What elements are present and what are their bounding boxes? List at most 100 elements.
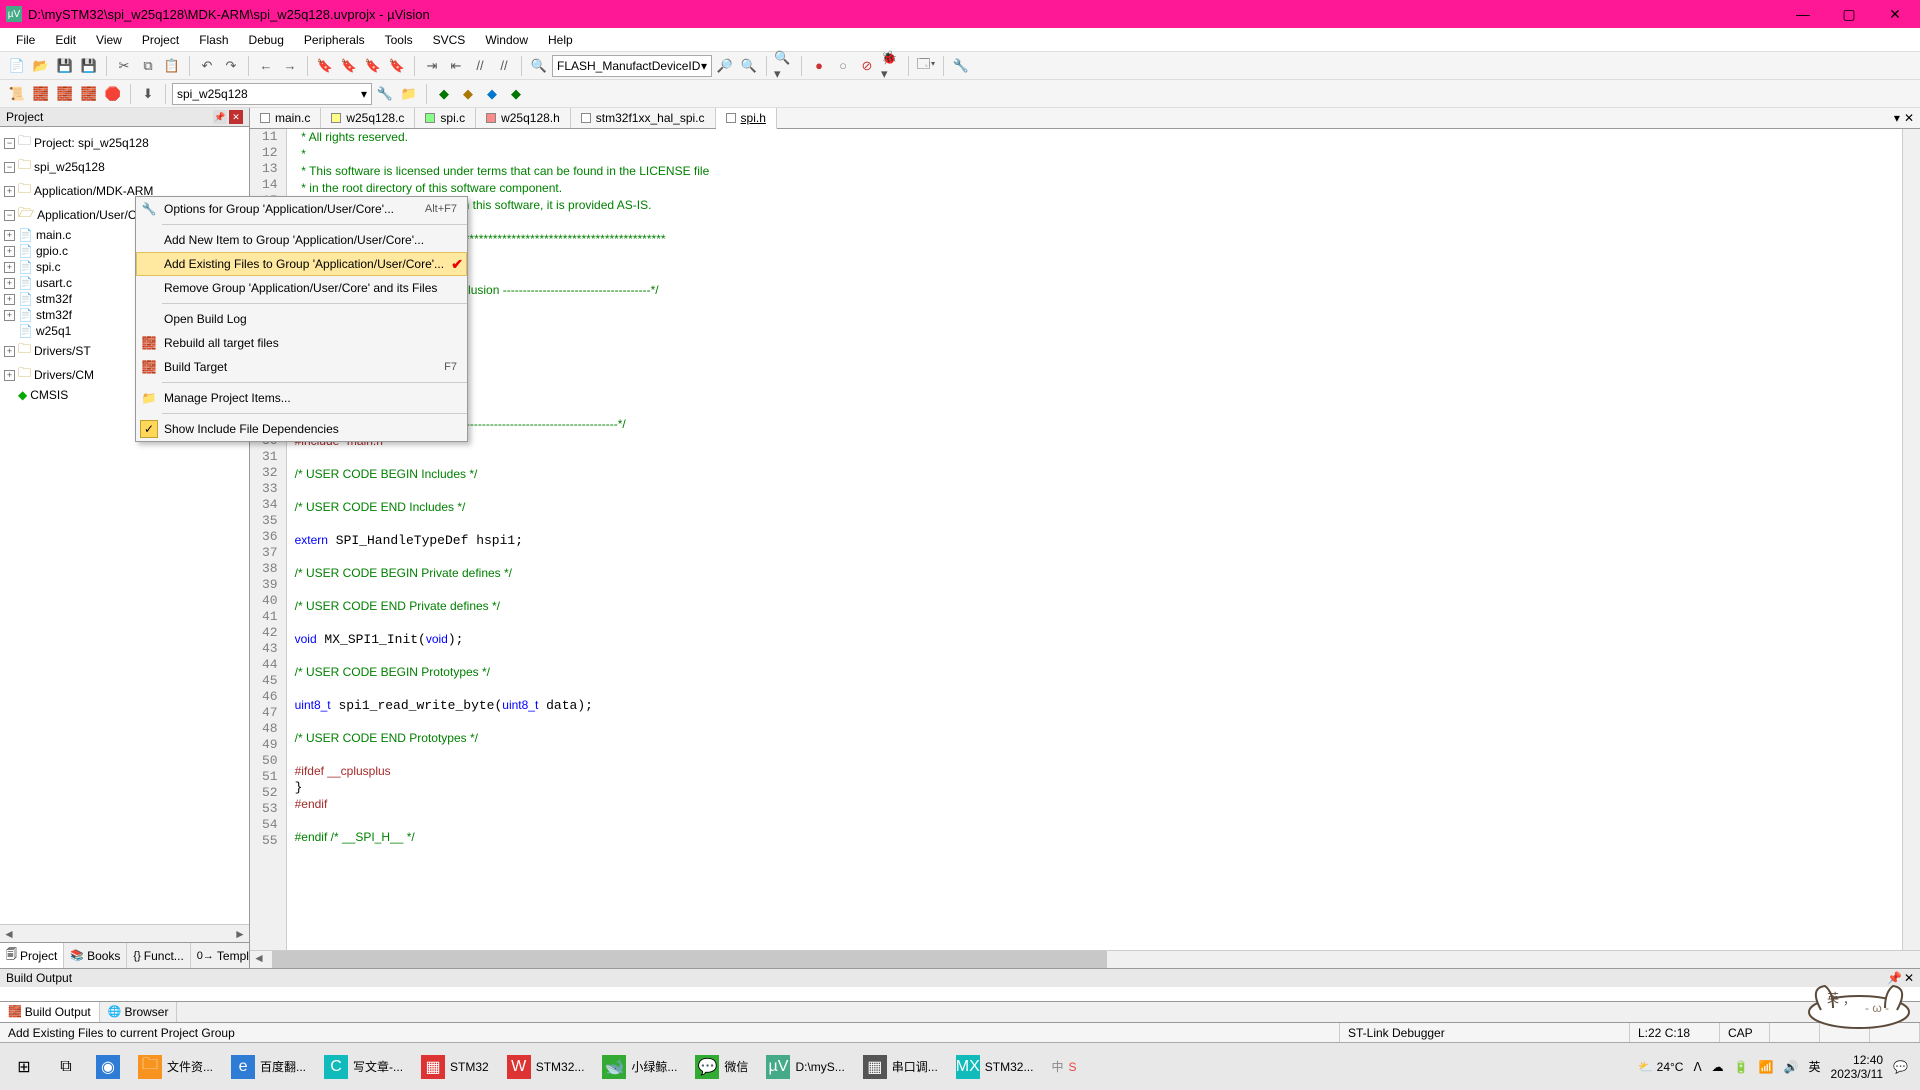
breakpoint-kill-icon[interactable]: ⊘ <box>856 55 878 77</box>
tree-file[interactable]: stm32f <box>36 308 72 322</box>
manage-rte-icon[interactable]: ◆ <box>433 83 455 105</box>
menu-svcs[interactable]: SVCS <box>423 30 476 50</box>
copy-icon[interactable]: ⧉ <box>137 55 159 77</box>
taskbar-app[interactable]: 🐋小绿鲸... <box>594 1047 685 1087</box>
options-icon[interactable]: 🔧 <box>374 83 396 105</box>
taskbar-app[interactable]: 💬微信 <box>687 1047 756 1087</box>
panel-hscroll[interactable]: ◄► <box>0 924 249 942</box>
menu-file[interactable]: File <box>6 30 45 50</box>
tree-group[interactable]: CMSIS <box>30 388 68 402</box>
indent-icon[interactable]: ⇥ <box>421 55 443 77</box>
panel-close-icon[interactable]: ✕ <box>229 110 243 124</box>
system-tray[interactable]: ⛅ 24°C ᐱ ☁ 🔋 📶 🔊 英 12:402023/3/11 💬 <box>1638 1053 1916 1081</box>
ctx-open-log[interactable]: Open Build Log <box>136 307 467 331</box>
battery-icon[interactable]: 🔋 <box>1734 1060 1749 1074</box>
find-files-icon[interactable]: 🔎 <box>714 55 736 77</box>
tray-chevron-icon[interactable]: ᐱ <box>1693 1060 1701 1074</box>
target-combo[interactable]: spi_w25q128▾ <box>172 83 372 105</box>
build-output-body[interactable] <box>0 987 1920 1001</box>
editor-vscroll[interactable] <box>1902 129 1920 950</box>
volume-icon[interactable]: 🔊 <box>1784 1060 1799 1074</box>
tree-group[interactable]: Drivers/CM <box>34 368 94 382</box>
menu-peripherals[interactable]: Peripherals <box>294 30 375 50</box>
editor-tab[interactable]: spi.c <box>415 108 476 128</box>
saveall-icon[interactable]: 💾 <box>78 55 100 77</box>
tree-root[interactable]: Project: spi_w25q128 <box>34 136 149 150</box>
redo-icon[interactable]: ↷ <box>220 55 242 77</box>
taskbar-app[interactable]: 🗀文件资... <box>130 1047 221 1087</box>
panel-tab-project[interactable]: 🗐 Project <box>0 943 64 968</box>
onedrive-icon[interactable]: ☁ <box>1712 1060 1724 1074</box>
debug-icon[interactable]: 🔍▾ <box>773 55 795 77</box>
tree-file[interactable]: main.c <box>36 228 71 242</box>
tree-file[interactable]: spi.c <box>36 260 61 274</box>
build-icon[interactable]: 🧱 <box>30 83 52 105</box>
menu-window[interactable]: Window <box>475 30 538 50</box>
menu-project[interactable]: Project <box>132 30 189 50</box>
tab-close-icon[interactable]: ✕ <box>1904 111 1914 125</box>
taskbar-app[interactable]: e百度翻... <box>223 1047 314 1087</box>
editor-tab[interactable]: stm32f1xx_hal_spi.c <box>571 108 716 128</box>
tree-file[interactable]: usart.c <box>36 276 72 290</box>
taskbar-app[interactable]: WSTM32... <box>499 1047 593 1087</box>
menu-view[interactable]: View <box>86 30 132 50</box>
taskbar-clock[interactable]: 12:402023/3/11 <box>1831 1053 1884 1081</box>
nav-fwd-icon[interactable]: → <box>279 55 301 77</box>
taskbar-app[interactable]: µVD:\myS... <box>758 1047 852 1087</box>
ctx-add-new[interactable]: Add New Item to Group 'Application/User/… <box>136 228 467 252</box>
taskbar-app[interactable]: MXSTM32... <box>948 1047 1042 1087</box>
batch-build-icon[interactable]: 🧱 <box>78 83 100 105</box>
find-combo[interactable]: FLASH_ManufactDeviceID▾ <box>552 55 712 77</box>
menu-flash[interactable]: Flash <box>189 30 238 50</box>
panel-close-icon[interactable]: ✕ <box>1904 971 1914 985</box>
start-button[interactable]: ⊞ <box>4 1047 44 1087</box>
undo-icon[interactable]: ↶ <box>196 55 218 77</box>
open-icon[interactable]: 📂 <box>30 55 52 77</box>
panel-tab-functions[interactable]: {} Funct... <box>127 943 190 968</box>
ctx-rebuild[interactable]: 🧱Rebuild all target files <box>136 331 467 355</box>
outdent-icon[interactable]: ⇤ <box>445 55 467 77</box>
menu-debug[interactable]: Debug <box>239 30 294 50</box>
save-icon[interactable]: 💾 <box>54 55 76 77</box>
stop-build-icon[interactable]: 🛑 <box>102 83 124 105</box>
editor-hscroll[interactable]: ◄ <box>250 950 1920 968</box>
weather-icon[interactable]: ⛅ 24°C <box>1638 1060 1683 1074</box>
breakpoint-list-icon[interactable]: 🐞▾ <box>880 55 902 77</box>
bookmark-icon[interactable]: 🔖 <box>314 55 336 77</box>
tab-build-output[interactable]: 🧱 Build Output <box>0 1002 100 1022</box>
tree-file[interactable]: w25q1 <box>36 324 71 338</box>
ctx-build[interactable]: 🧱Build TargetF7 <box>136 355 467 379</box>
ctx-show-include[interactable]: ✓Show Include File Dependencies <box>136 417 467 441</box>
ctx-remove[interactable]: Remove Group 'Application/User/Core' and… <box>136 276 467 300</box>
editor-tab[interactable]: w25q128.c <box>321 108 415 128</box>
translate-icon[interactable]: 📜 <box>6 83 28 105</box>
find-icon[interactable]: 🔍 <box>528 55 550 77</box>
config-icon[interactable]: 🔧 <box>950 55 972 77</box>
tab-browser[interactable]: 🌐 Browser <box>100 1002 178 1022</box>
ctx-options[interactable]: 🔧Options for Group 'Application/User/Cor… <box>136 197 467 221</box>
taskbar-app[interactable]: ▦STM32 <box>413 1047 497 1087</box>
rte-icon[interactable]: ◆ <box>505 83 527 105</box>
bookmark-next-icon[interactable]: 🔖 <box>362 55 384 77</box>
pack-icon[interactable]: ◆ <box>457 83 479 105</box>
ctx-manage[interactable]: 📁Manage Project Items... <box>136 386 467 410</box>
wifi-icon[interactable]: 📶 <box>1759 1060 1774 1074</box>
ime-indicator[interactable]: 中 S <box>1043 1047 1084 1087</box>
paste-icon[interactable]: 📋 <box>161 55 183 77</box>
notifications-icon[interactable]: 💬 <box>1893 1060 1908 1074</box>
ime-icon[interactable]: 英 <box>1809 1058 1821 1075</box>
download-icon[interactable]: ⬇ <box>137 83 159 105</box>
close-button[interactable]: ✕ <box>1872 0 1918 28</box>
books-icon[interactable]: ◆ <box>481 83 503 105</box>
bookmark-clear-icon[interactable]: 🔖 <box>386 55 408 77</box>
maximize-button[interactable]: ▢ <box>1826 0 1872 28</box>
breakpoint-icon[interactable]: ● <box>808 55 830 77</box>
menu-help[interactable]: Help <box>538 30 583 50</box>
editor-tab-active[interactable]: spi.h <box>716 108 777 129</box>
taskbar-app[interactable]: ▦串口调... <box>855 1047 946 1087</box>
menu-tools[interactable]: Tools <box>375 30 423 50</box>
tree-file[interactable]: stm32f <box>36 292 72 306</box>
ctx-add-existing[interactable]: Add Existing Files to Group 'Application… <box>136 252 467 276</box>
incr-search-icon[interactable]: 🔍 <box>738 55 760 77</box>
taskview-icon[interactable]: ⧉ <box>46 1047 86 1087</box>
